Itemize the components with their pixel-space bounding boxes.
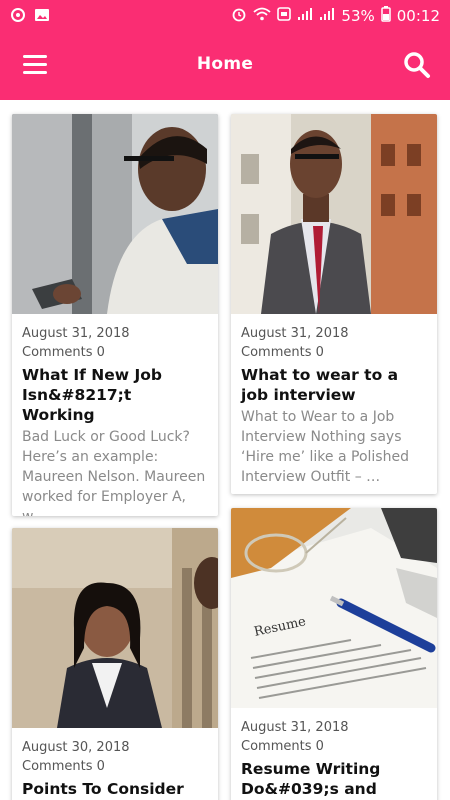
battery-icon: [381, 6, 391, 26]
post-title[interactable]: What If New Job Isn&#8217;t Working: [22, 365, 208, 425]
post-card[interactable]: August 30, 2018 Comments 0 Points To Con…: [12, 528, 218, 800]
post-image: Resume: [231, 508, 437, 708]
post-date: August 31, 2018: [241, 720, 349, 735]
post-comments: Comments 0: [241, 345, 324, 360]
image-notification-icon: [34, 7, 50, 27]
post-comments: Comments 0: [22, 759, 105, 774]
data-icon: [277, 6, 292, 26]
post-excerpt: Bad Luck or Good Luck? Here’s an example…: [22, 429, 206, 516]
post-image: [12, 114, 218, 314]
app-notification-icon: [10, 7, 26, 27]
post-date: August 31, 2018: [241, 326, 349, 341]
post-card[interactable]: Resume August 31, 2018 Comments 0 Resume…: [231, 508, 437, 800]
signal-icon-2: [319, 7, 335, 25]
post-card[interactable]: August 31, 2018 Comments 0 What If New J…: [12, 114, 218, 516]
battery-percent: 53%: [341, 7, 375, 25]
post-title[interactable]: Resume Writing Do&#039;s and: [241, 759, 427, 799]
post-card[interactable]: August 31, 2018 Comments 0 What to wear …: [231, 114, 437, 494]
post-title[interactable]: What to wear to a job interview: [241, 365, 427, 405]
post-date: August 30, 2018: [22, 740, 130, 755]
search-icon: [404, 52, 430, 78]
app-bar: Home: [0, 32, 450, 100]
signal-icon-1: [297, 7, 313, 25]
post-excerpt: What to Wear to a Job Interview Nothing …: [241, 409, 409, 485]
status-bar: 53% 00:12: [0, 0, 450, 32]
post-title[interactable]: Points To Consider: [22, 779, 208, 799]
clock: 00:12: [396, 7, 440, 25]
post-image: [12, 528, 218, 728]
post-date: August 31, 2018: [22, 326, 130, 341]
post-comments: Comments 0: [22, 345, 105, 360]
alarm-icon: [231, 6, 247, 26]
post-image: [231, 114, 437, 314]
search-button[interactable]: [402, 50, 434, 82]
wifi-icon: [253, 6, 272, 26]
page-title: Home: [196, 54, 254, 74]
post-comments: Comments 0: [241, 739, 324, 754]
